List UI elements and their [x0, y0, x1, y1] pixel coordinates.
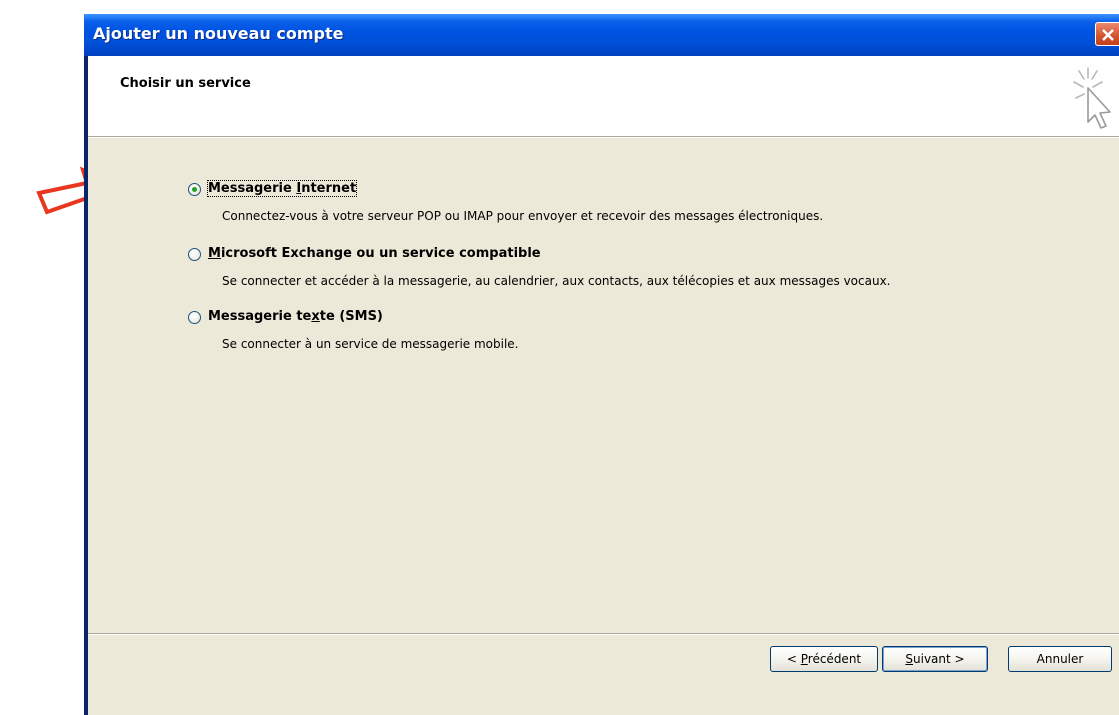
option-description: Connectez-vous à votre serveur POP ou IM…: [222, 209, 824, 223]
wizard-header: Choisir un service: [88, 56, 1119, 136]
radio-exchange[interactable]: [188, 248, 201, 261]
option-label[interactable]: Messagerie Internet: [206, 180, 358, 197]
header-separator: [88, 136, 1119, 138]
radio-selected-dot: [192, 187, 197, 192]
radio-internet-mail[interactable]: [188, 183, 201, 196]
cancel-button[interactable]: Annuler: [1008, 646, 1112, 672]
radio-sms[interactable]: [188, 311, 201, 324]
add-account-dialog: Ajouter un nouveau compte Choisir un ser…: [84, 14, 1119, 715]
option-label[interactable]: Messagerie texte (SMS): [208, 309, 383, 324]
option-description: Se connecter et accéder à la messagerie,…: [222, 274, 891, 288]
option-description: Se connecter à un service de messagerie …: [222, 337, 519, 351]
page-heading: Choisir un service: [120, 76, 251, 91]
next-button[interactable]: Suivant >: [882, 646, 988, 672]
back-button[interactable]: < Précédent: [770, 646, 878, 672]
window-title: Ajouter un nouveau compte: [93, 24, 344, 43]
screenshot-stage: Ajouter un nouveau compte Choisir un ser…: [0, 0, 1119, 715]
wizard-sparkle-cursor-icon: [1073, 67, 1111, 129]
footer-separator: [88, 633, 1119, 635]
close-button[interactable]: [1095, 22, 1119, 46]
title-bar[interactable]: Ajouter un nouveau compte: [84, 14, 1119, 56]
dialog-body: Choisir un service Messagerie Internet C…: [88, 56, 1119, 715]
option-label[interactable]: Microsoft Exchange ou un service compati…: [208, 246, 541, 261]
close-icon: [1102, 29, 1114, 41]
